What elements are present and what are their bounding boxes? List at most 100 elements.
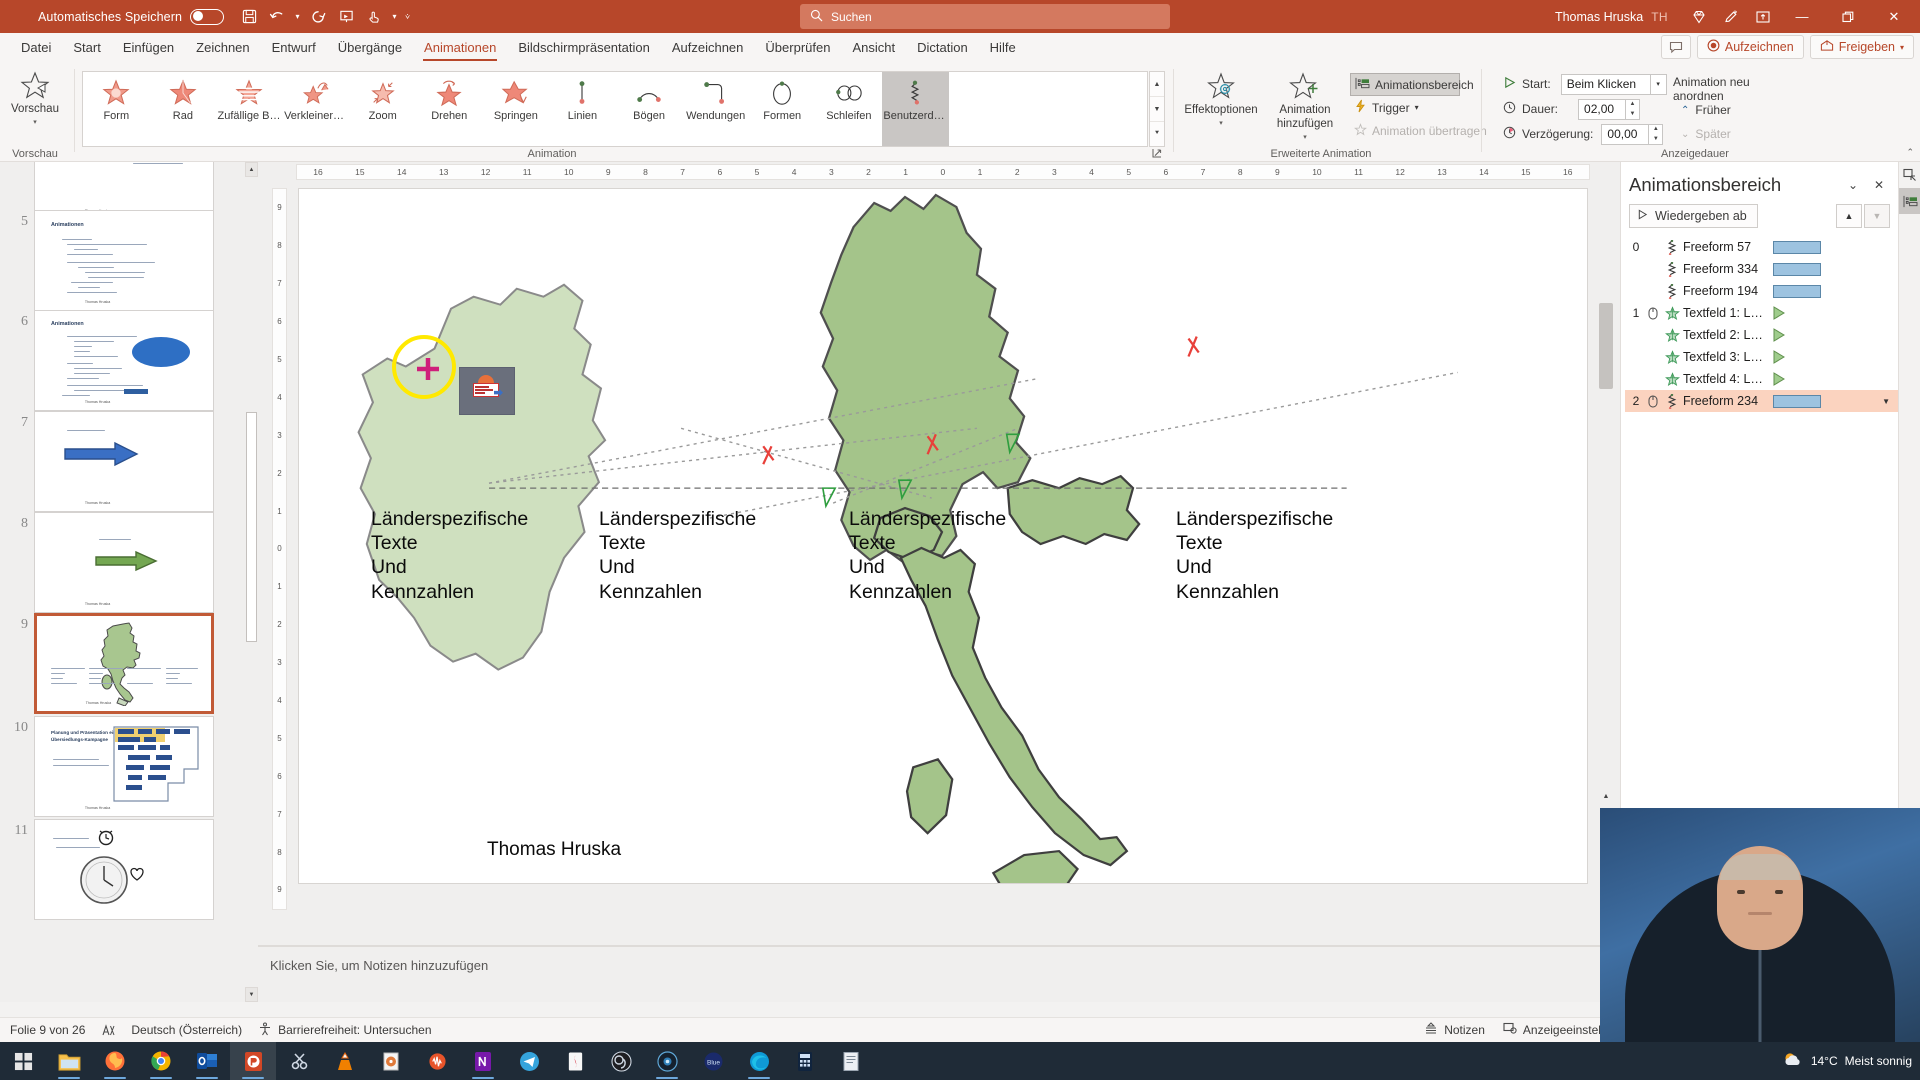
thumbnail-canvas[interactable]: Animationen Thomas Hruska (34, 210, 214, 311)
gallery-item-boegen[interactable]: Bögen (616, 72, 683, 146)
delay-up-icon[interactable]: ▲ (1649, 125, 1662, 135)
tab-datei[interactable]: Datei (10, 36, 62, 60)
tab-zeichnen[interactable]: Zeichnen (185, 36, 260, 60)
user-name[interactable]: Thomas Hruska (1555, 10, 1643, 24)
collapse-ribbon-icon[interactable]: ⌃ (1906, 147, 1914, 158)
animation-effect-list[interactable]: 0 Freeform 57 Freeform 334 Freeform 194 (1621, 236, 1898, 412)
animation-list-item[interactable]: 0 Freeform 57 (1625, 236, 1898, 258)
thumbnail-canvas[interactable]: Thomas Hruska (34, 411, 214, 512)
motion-path-start-crosshair[interactable] (416, 357, 440, 381)
minimize-button[interactable]: — (1780, 0, 1824, 33)
redo-icon[interactable] (305, 5, 331, 29)
webcam-video-overlay[interactable] (1600, 808, 1920, 1042)
slide-image-object[interactable] (459, 367, 515, 415)
slide-canvas[interactable]: Länderspezifische Texte Und Kennzahlen L… (298, 188, 1588, 884)
chrome-icon[interactable] (138, 1042, 184, 1080)
camtasia-icon[interactable] (552, 1042, 598, 1080)
ribbon-display-options-icon[interactable] (1748, 4, 1778, 30)
share-button[interactable]: Freigeben ▾ (1809, 35, 1914, 59)
tab-ansicht[interactable]: Ansicht (841, 36, 906, 60)
tab-hilfe[interactable]: Hilfe (979, 36, 1027, 60)
animation-list-item[interactable]: Textfeld 2: Lä… (1625, 324, 1898, 346)
editing-pen-icon[interactable] (1716, 4, 1746, 30)
gallery-scroll-up-icon[interactable]: ▲ (1150, 72, 1164, 97)
move-earlier-button[interactable]: ⌃ Früher (1681, 103, 1731, 117)
share-dropdown-icon[interactable]: ▾ (1900, 43, 1904, 52)
close-icon[interactable]: ✕ (1866, 174, 1892, 196)
start-icon[interactable] (0, 1042, 46, 1080)
avatar[interactable]: TH (1651, 10, 1668, 24)
gallery-item-zufaellige-balken[interactable]: Zufällige Ba… (216, 72, 283, 146)
notepad-icon[interactable] (828, 1042, 874, 1080)
thumbnail-slide-6[interactable]: 6 Animationen Thomas Hruska (0, 310, 258, 411)
autosave-toggle[interactable] (190, 8, 225, 25)
move-up-icon[interactable]: ▲ (1836, 204, 1862, 228)
comments-button[interactable] (1660, 35, 1691, 59)
effect-timing-bar[interactable] (1773, 262, 1821, 276)
thumbnail-scroll-up-icon[interactable]: ▲ (245, 162, 258, 177)
outlook-icon[interactable] (184, 1042, 230, 1080)
gallery-item-form[interactable]: Form (83, 72, 150, 146)
language-indicator[interactable]: Deutsch (Österreich) (131, 1023, 242, 1037)
slide-textbox-3[interactable]: Länderspezifische Texte Und Kennzahlen (849, 507, 1006, 604)
restore-button[interactable] (1826, 0, 1870, 33)
tab-einfuegen[interactable]: Einfügen (112, 36, 185, 60)
tab-entwurf[interactable]: Entwurf (261, 36, 327, 60)
effect-timing-triangle[interactable] (1773, 350, 1785, 364)
search-box[interactable]: Suchen (800, 4, 1170, 29)
trigger-dropdown-icon[interactable]: ▾ (1415, 103, 1419, 112)
save-icon[interactable] (236, 5, 262, 29)
customize-qat-icon[interactable]: ⩒ (402, 12, 413, 22)
thumbnail-canvas[interactable]: Thomas Hruska (34, 512, 214, 613)
undo-dropdown-icon[interactable]: ▾ (292, 12, 303, 21)
diamond-icon[interactable] (1684, 4, 1714, 30)
gallery-item-drehen[interactable]: Drehen (416, 72, 483, 146)
thumbnail-slide-5[interactable]: 5 Animationen Thomas Hruska (0, 210, 258, 311)
record-button[interactable]: Aufzeichnen (1696, 35, 1804, 59)
gallery-item-linien[interactable]: Linien (549, 72, 616, 146)
delay-stepper[interactable]: ▲ ▼ (1649, 123, 1664, 145)
touch-mode-dropdown-icon[interactable]: ▾ (389, 12, 400, 21)
gallery-more-icon[interactable]: ⯆ (1150, 122, 1164, 146)
tab-dictation[interactable]: Dictation (906, 36, 979, 60)
undo-icon[interactable] (264, 5, 290, 29)
snipping-tool-icon[interactable] (276, 1042, 322, 1080)
thumbnail-scroll-thumb[interactable] (246, 412, 257, 642)
thumbnail-canvas[interactable] (34, 819, 214, 920)
slide-thumbnail-pane[interactable]: 4 Thomas Hruska 5 Animationen Thomas Hru… (0, 162, 258, 1002)
delay-input[interactable]: 00,00 (1601, 123, 1650, 145)
gallery-item-zoom[interactable]: Zoom (349, 72, 416, 146)
thumbnail-scrollbar[interactable]: ▲ ▼ (245, 162, 258, 1002)
trigger-button[interactable]: Trigger ▾ (1350, 96, 1460, 119)
duration-up-icon[interactable]: ▲ (1626, 100, 1639, 110)
effect-timing-triangle[interactable] (1773, 372, 1785, 386)
audacity-icon[interactable] (414, 1042, 460, 1080)
bluetooth-icon[interactable]: Blue (690, 1042, 736, 1080)
onenote-icon[interactable] (460, 1042, 506, 1080)
play-from-button[interactable]: Wiedergeben ab (1629, 204, 1758, 228)
close-button[interactable]: ✕ (1872, 0, 1916, 33)
effect-timing-bar[interactable] (1773, 284, 1821, 298)
telegram-icon[interactable] (506, 1042, 552, 1080)
thumbnail-slide-9[interactable]: 9 Thomas Hruska (0, 613, 258, 714)
animation-list-item[interactable]: 1 Textfeld 1: Lä… (1625, 302, 1898, 324)
slide-textbox-1[interactable]: Länderspezifische Texte Und Kennzahlen (371, 507, 528, 604)
duration-stepper[interactable]: ▲ ▼ (1626, 98, 1641, 120)
gallery-item-schleifen[interactable]: Schleifen (816, 72, 883, 146)
effect-options-dropdown-icon[interactable]: ▾ (1219, 119, 1223, 127)
preview-dropdown-icon[interactable]: ▾ (33, 118, 37, 126)
gallery-item-rad[interactable]: Rad (150, 72, 217, 146)
animation-gallery[interactable]: Form Rad Zufällige Ba… Verkleinern… Zoom… (82, 71, 1148, 147)
edge-icon[interactable] (736, 1042, 782, 1080)
vertical-ruler[interactable]: 9 8 7 6 5 4 3 2 1 0 1 2 3 4 5 6 7 8 9 (272, 188, 287, 910)
gallery-scrollbar[interactable]: ▲ ▼ ⯆ (1149, 71, 1165, 147)
notes-button[interactable]: Notizen (1424, 1022, 1485, 1038)
slide-textbox-4[interactable]: Länderspezifische Texte Und Kennzahlen (1176, 507, 1333, 604)
animation-dialog-launcher-icon[interactable] (1152, 148, 1162, 160)
thumbnail-slide-7[interactable]: 7 Thomas Hruska (0, 411, 258, 512)
slide-counter[interactable]: Folie 9 von 26 (10, 1023, 85, 1037)
thumbnail-slide-10[interactable]: 10 Planung und Präsentation einer Übersi… (0, 716, 258, 817)
calculator-icon[interactable] (782, 1042, 828, 1080)
thumbnail-scroll-down-icon[interactable]: ▼ (245, 987, 258, 1002)
duration-input[interactable]: 02,00 (1578, 98, 1627, 120)
